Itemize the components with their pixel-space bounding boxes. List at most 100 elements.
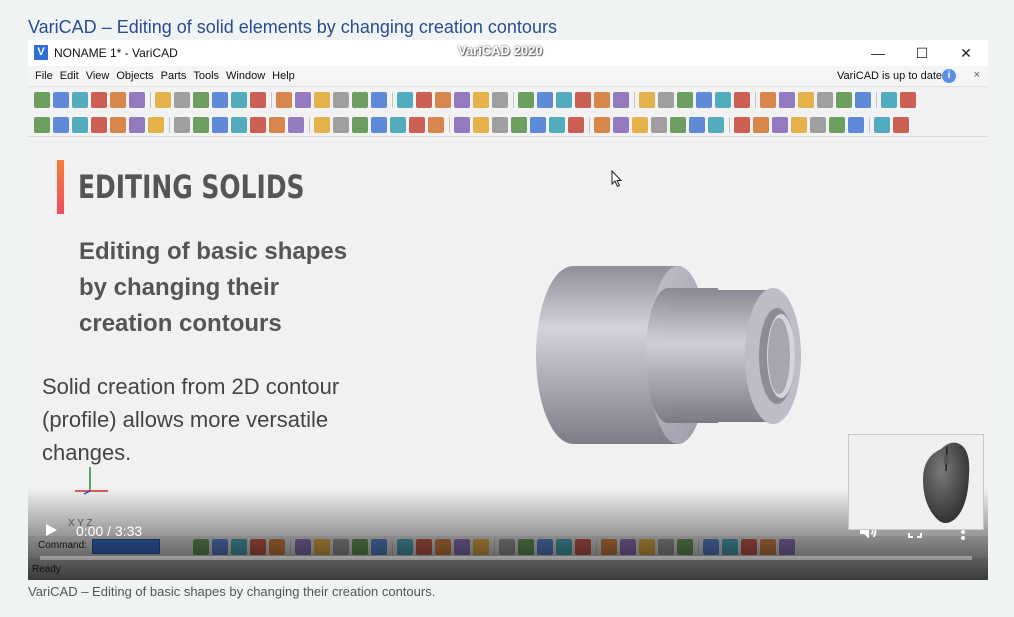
toolbar-tool-icon[interactable]	[314, 539, 330, 555]
toolbar-tool-icon[interactable]	[473, 117, 489, 133]
toolbar-tool-icon[interactable]	[34, 92, 50, 108]
menu-edit[interactable]: Edit	[59, 70, 85, 82]
play-icon[interactable]	[46, 524, 57, 536]
toolbar-tool-icon[interactable]	[881, 92, 897, 108]
toolbar-tool-icon[interactable]	[174, 92, 190, 108]
close-button[interactable]: ✕	[944, 40, 988, 66]
toolbar-tool-icon[interactable]	[295, 539, 311, 555]
toolbar-tool-icon[interactable]	[893, 117, 909, 133]
solid-model[interactable]	[533, 258, 803, 448]
toolbar-tool-icon[interactable]	[110, 117, 126, 133]
menu-window[interactable]: Window	[225, 70, 271, 82]
info-icon[interactable]: i	[942, 69, 956, 83]
toolbar-tool-icon[interactable]	[454, 92, 470, 108]
toolbar-tool-icon[interactable]	[91, 92, 107, 108]
toolbar-tool-icon[interactable]	[556, 539, 572, 555]
toolbar-tool-icon[interactable]	[708, 117, 724, 133]
toolbar-tool-icon[interactable]	[518, 539, 534, 555]
toolbar-tool-icon[interactable]	[829, 117, 845, 133]
toolbar-tool-icon[interactable]	[689, 117, 705, 133]
maximize-button[interactable]: ☐	[900, 40, 944, 66]
toolbar-tool-icon[interactable]	[613, 117, 629, 133]
minimize-button[interactable]: —	[856, 40, 900, 66]
toolbar-tool-icon[interactable]	[416, 92, 432, 108]
toolbar-tool-icon[interactable]	[900, 92, 916, 108]
toolbar-tool-icon[interactable]	[454, 539, 470, 555]
toolbar-tool-icon[interactable]	[492, 117, 508, 133]
toolbar-tool-icon[interactable]	[677, 92, 693, 108]
menu-file[interactable]: File	[34, 70, 59, 82]
toolbar-tool-icon[interactable]	[129, 117, 145, 133]
toolbar-tool-icon[interactable]	[798, 92, 814, 108]
toolbar-tool-icon[interactable]	[155, 92, 171, 108]
toolbar-tool-icon[interactable]	[352, 92, 368, 108]
toolbar-tool-icon[interactable]	[269, 539, 285, 555]
toolbar-tool-icon[interactable]	[848, 117, 864, 133]
toolbar-tool-icon[interactable]	[779, 92, 795, 108]
toolbar-tool-icon[interactable]	[371, 92, 387, 108]
toolbar-tool-icon[interactable]	[473, 539, 489, 555]
toolbar-tool-icon[interactable]	[601, 539, 617, 555]
toolbar-tool-icon[interactable]	[639, 539, 655, 555]
toolbar-tool-icon[interactable]	[537, 539, 553, 555]
toolbar-tool-icon[interactable]	[734, 117, 750, 133]
menu-tools[interactable]: Tools	[192, 70, 225, 82]
toolbar-tool-icon[interactable]	[212, 92, 228, 108]
toolbar-tool-icon[interactable]	[791, 117, 807, 133]
drawing-area[interactable]: EDITING SOLIDS Editing of basic shapes b…	[28, 138, 988, 580]
toolbar-tool-icon[interactable]	[148, 117, 164, 133]
toolbar-tool-icon[interactable]	[670, 117, 686, 133]
toolbar-tool-icon[interactable]	[231, 539, 247, 555]
toolbar-tool-icon[interactable]	[741, 539, 757, 555]
toolbar-tool-icon[interactable]	[193, 117, 209, 133]
menu-view[interactable]: View	[85, 70, 116, 82]
toolbar-tool-icon[interactable]	[549, 117, 565, 133]
toolbar-tool-icon[interactable]	[499, 539, 515, 555]
toolbar-tool-icon[interactable]	[231, 92, 247, 108]
toolbar-tool-icon[interactable]	[435, 539, 451, 555]
toolbar-tool-icon[interactable]	[333, 539, 349, 555]
toolbar-tool-icon[interactable]	[492, 92, 508, 108]
toolbar-tool-icon[interactable]	[760, 539, 776, 555]
toolbar-tool-icon[interactable]	[632, 117, 648, 133]
toolbar-tool-icon[interactable]	[333, 92, 349, 108]
toolbar-tool-icon[interactable]	[53, 92, 69, 108]
toolbar-tool-icon[interactable]	[658, 92, 674, 108]
toolbar-tool-icon[interactable]	[836, 92, 852, 108]
menu-objects[interactable]: Objects	[115, 70, 159, 82]
toolbar-tool-icon[interactable]	[703, 539, 719, 555]
toolbar-tool-icon[interactable]	[753, 117, 769, 133]
video-player[interactable]: V NONAME 1* - VariCAD VariCAD 2020 — ☐ ✕…	[28, 40, 988, 580]
toolbar-tool-icon[interactable]	[288, 117, 304, 133]
menu-help[interactable]: Help	[271, 70, 301, 82]
toolbar-tool-icon[interactable]	[620, 539, 636, 555]
toolbar-tool-icon[interactable]	[722, 539, 738, 555]
toolbar-tool-icon[interactable]	[72, 92, 88, 108]
toolbar-tool-icon[interactable]	[473, 92, 489, 108]
toolbar-tool-icon[interactable]	[231, 117, 247, 133]
toolbar-tool-icon[interactable]	[416, 539, 432, 555]
toolbar-tool-icon[interactable]	[250, 539, 266, 555]
toolbar-tool-icon[interactable]	[174, 117, 190, 133]
toolbar-tool-icon[interactable]	[193, 92, 209, 108]
toolbar-tool-icon[interactable]	[760, 92, 776, 108]
toolbar-tool-icon[interactable]	[314, 92, 330, 108]
toolbar-tool-icon[interactable]	[352, 117, 368, 133]
toolbar-tool-icon[interactable]	[454, 117, 470, 133]
toolbar-tool-icon[interactable]	[250, 117, 266, 133]
toolbar-tool-icon[interactable]	[212, 539, 228, 555]
toolbar-tool-icon[interactable]	[715, 92, 731, 108]
toolbar-tool-icon[interactable]	[779, 539, 795, 555]
toolbar-tool-icon[interactable]	[518, 92, 534, 108]
toolbar-tool-icon[interactable]	[333, 117, 349, 133]
toolbar-tool-icon[interactable]	[677, 539, 693, 555]
toolbar-tool-icon[interactable]	[855, 92, 871, 108]
toolbar-tool-icon[interactable]	[556, 92, 572, 108]
toolbar-tool-icon[interactable]	[295, 92, 311, 108]
menu-parts[interactable]: Parts	[160, 70, 193, 82]
toolbar-tool-icon[interactable]	[530, 117, 546, 133]
toolbar-tool-icon[interactable]	[575, 92, 591, 108]
video-progress-bar[interactable]	[40, 556, 972, 560]
toolbar-tool-icon[interactable]	[817, 92, 833, 108]
toolbar-tool-icon[interactable]	[352, 539, 368, 555]
